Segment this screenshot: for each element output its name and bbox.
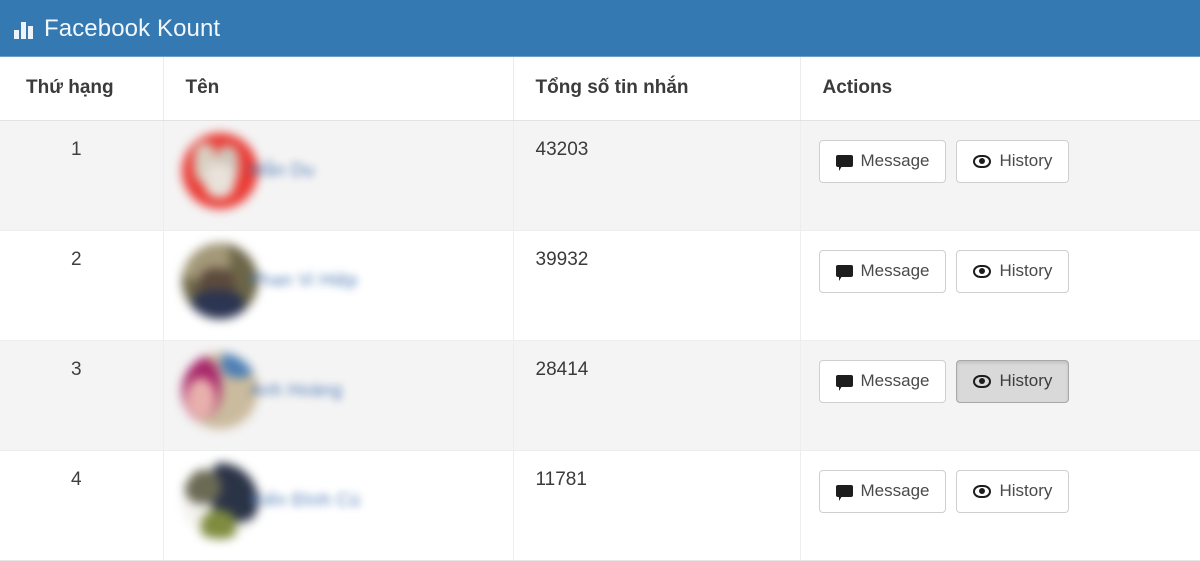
user-avatar	[181, 352, 258, 429]
name-cell: Mẫn Du	[163, 120, 514, 231]
actions-cell: Message History	[800, 230, 1200, 341]
column-header-actions: Actions	[800, 57, 1200, 121]
eye-icon	[973, 264, 992, 278]
user-avatar	[181, 242, 258, 319]
history-button[interactable]: History	[956, 249, 1070, 293]
ranking-table-container: Thứ hạng Tên Tổng số tin nhắn Actions 1 …	[0, 57, 1200, 561]
comment-icon	[835, 265, 853, 281]
eye-icon	[973, 154, 992, 168]
user-name-link[interactable]: Kiến Đình Cù	[250, 490, 361, 511]
history-button[interactable]: History	[956, 359, 1070, 403]
table-row: 2 Phan Vi Hiệp 39932 Message History	[0, 230, 1200, 341]
table-row: 4 Kiến Đình Cù 11781 Message History	[0, 450, 1200, 561]
total-messages-cell: 11781	[513, 450, 801, 561]
user-name-link[interactable]: Phan Vi Hiệp	[250, 270, 358, 291]
rank-cell: 4	[0, 450, 164, 561]
total-messages-value: 28414	[535, 358, 589, 380]
comment-icon	[835, 155, 853, 171]
message-button-label: Message	[860, 151, 930, 170]
rank-value: 4	[70, 468, 82, 490]
user-name-link[interactable]: Mẫn Du	[250, 160, 315, 181]
total-messages-value: 11781	[535, 468, 587, 490]
message-button[interactable]: Message	[818, 139, 947, 183]
total-messages-value: 39932	[535, 248, 589, 270]
name-cell: Anh Hoàng	[163, 340, 514, 451]
history-button-label: History	[999, 261, 1053, 280]
total-messages-cell: 28414	[513, 340, 801, 451]
history-button-label: History	[999, 481, 1053, 500]
name-cell: Kiến Đình Cù	[163, 450, 514, 561]
column-header-name: Tên	[163, 57, 514, 121]
history-button-label: History	[999, 371, 1053, 390]
history-button[interactable]: History	[956, 469, 1070, 513]
user-avatar	[181, 132, 258, 209]
rank-value: 3	[70, 358, 82, 380]
message-button[interactable]: Message	[818, 249, 947, 293]
ranking-table: Thứ hạng Tên Tổng số tin nhắn Actions 1 …	[0, 57, 1200, 561]
column-header-total: Tổng số tin nhắn	[513, 57, 801, 121]
history-button-label: History	[999, 151, 1053, 170]
eye-icon	[973, 484, 992, 498]
history-button[interactable]: History	[956, 139, 1070, 183]
message-button-label: Message	[860, 261, 930, 280]
user-avatar	[181, 462, 258, 539]
table-row: 1 Mẫn Du 43203 Message History	[0, 120, 1200, 231]
message-button[interactable]: Message	[818, 359, 947, 403]
eye-icon	[973, 374, 992, 388]
rank-cell: 1	[0, 120, 164, 231]
table-header: Thứ hạng Tên Tổng số tin nhắn Actions	[0, 57, 1200, 121]
rank-value: 1	[70, 138, 82, 160]
comment-icon	[835, 485, 853, 501]
rank-cell: 2	[0, 230, 164, 341]
message-button[interactable]: Message	[818, 469, 947, 513]
app-title: Facebook Kount	[44, 14, 221, 42]
user-name-link[interactable]: Anh Hoàng	[250, 380, 343, 401]
table-row: 3 Anh Hoàng 28414 Message History	[0, 340, 1200, 451]
total-messages-cell: 43203	[513, 120, 801, 231]
message-button-label: Message	[860, 481, 930, 500]
total-messages-value: 43203	[535, 138, 589, 160]
column-header-rank: Thứ hạng	[0, 57, 164, 121]
actions-cell: Message History	[800, 340, 1200, 451]
message-button-label: Message	[860, 371, 930, 390]
bar-chart-icon	[14, 19, 36, 39]
app-header: Facebook Kount	[0, 0, 1200, 57]
table-header-row: Thứ hạng Tên Tổng số tin nhắn Actions	[0, 57, 1200, 121]
name-cell: Phan Vi Hiệp	[163, 230, 514, 341]
rank-value: 2	[70, 248, 82, 270]
table-body: 1 Mẫn Du 43203 Message History 2 Phan Vi…	[0, 120, 1200, 561]
rank-cell: 3	[0, 340, 164, 451]
comment-icon	[835, 375, 853, 391]
actions-cell: Message History	[800, 120, 1200, 231]
total-messages-cell: 39932	[513, 230, 801, 341]
actions-cell: Message History	[800, 450, 1200, 561]
